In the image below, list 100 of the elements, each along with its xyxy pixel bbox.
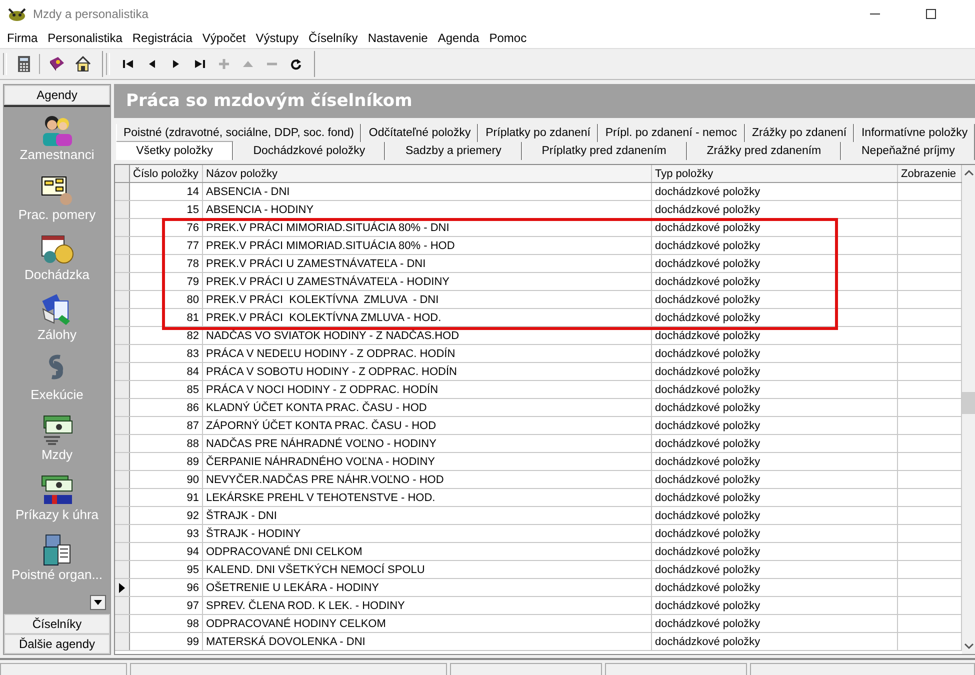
table-cell: 77: [130, 237, 203, 254]
tab[interactable]: Zrážky pred zdanením: [686, 142, 842, 160]
table-cell: ZÁPORNÝ ÚČET KONTA PRAC. ČASU - HOD: [203, 417, 652, 434]
tab[interactable]: Nepeňažné príjmy: [841, 142, 975, 160]
table-cell: 90: [130, 471, 203, 488]
table-cell: PREK.V PRÁCI KOLEKTÍVNA ZMLUVA - DNI: [203, 291, 652, 308]
tab[interactable]: Sadzby a priemery: [385, 142, 522, 160]
tab[interactable]: Zrážky po zdanení: [744, 124, 854, 142]
table-cell: ABSENCIA - HODINY: [203, 201, 652, 218]
tab[interactable]: Poistné (zdravotné, sociálne, DDP, soc. fond): [116, 124, 362, 142]
tab[interactable]: Informatívne položky: [854, 124, 975, 142]
home-icon[interactable]: [74, 55, 92, 73]
table-cell: dochádzkové položky: [652, 579, 898, 596]
maximize-icon[interactable]: [925, 8, 937, 20]
tab[interactable]: Všetky položky: [116, 141, 234, 160]
menu-item[interactable]: Registrácia: [127, 31, 198, 45]
table-cell: ODPRACOVANÉ DNI CELKOM: [203, 543, 652, 560]
table-cell: PREK.V PRÁCI MIMORIAD.SITUÁCIA 80% - DNI: [203, 219, 652, 236]
menu-item[interactable]: Pomoc: [484, 31, 532, 45]
table-cell: 96: [130, 579, 203, 596]
table-cell: dochádzkové položky: [652, 543, 898, 560]
book-icon[interactable]: [48, 55, 66, 73]
menu-item[interactable]: Personalistika: [42, 31, 128, 45]
table-cell: dochádzkové položky: [652, 237, 898, 254]
menu-item[interactable]: Výstupy: [250, 31, 304, 45]
table-cell: dochádzkové položky: [652, 471, 898, 488]
column-header[interactable]: Typ položky: [652, 165, 898, 182]
table-cell: dochádzkové položky: [652, 525, 898, 542]
menu-item[interactable]: Výpočet: [197, 31, 251, 45]
table-cell: ČERPANIE NÁHRADNÉHO VOĽNA - HODINY: [203, 453, 652, 470]
sidebar-section-button[interactable]: Ďalšie agendy: [4, 634, 110, 654]
table-cell: dochádzkové položky: [652, 435, 898, 452]
table-cell: ABSENCIA - DNI: [203, 183, 652, 200]
tab[interactable]: Prípl. po zdanení - nemoc: [598, 124, 745, 142]
table-cell: dochádzkové položky: [652, 327, 898, 344]
table-cell: 95: [130, 561, 203, 578]
table-cell: 79: [130, 273, 203, 290]
table-cell: dochádzkové položky: [652, 489, 898, 506]
column-header[interactable]: Názov položky: [203, 165, 652, 182]
calculator-icon[interactable]: [17, 55, 31, 73]
table-cell: 94: [130, 543, 203, 560]
app-logo-icon: [7, 6, 27, 22]
table-cell: NADČAS VO SVIATOK HODINY - Z NADČAS.HOD: [203, 327, 652, 344]
menu-item[interactable]: Firma: [2, 31, 43, 45]
table-cell: dochádzkové položky: [652, 381, 898, 398]
table-cell: 92: [130, 507, 203, 524]
table-cell: KALEND. DNI VŠETKÝCH NEMOCÍ SPOLU: [203, 561, 652, 578]
table-cell: 88: [130, 435, 203, 452]
table-cell: 76: [130, 219, 203, 236]
table-cell: 80: [130, 291, 203, 308]
table-cell: PRÁCA V SOBOTU HODINY - Z ODPRAC. HODÍN: [203, 363, 652, 380]
table-cell: dochádzkové položky: [652, 453, 898, 470]
scroll-down-button[interactable]: [90, 595, 106, 610]
table-cell: 91: [130, 489, 203, 506]
first-icon[interactable]: [122, 58, 134, 70]
panel-title: Práca so mzdovým číselníkom: [126, 91, 412, 111]
scroll-thumb[interactable]: [962, 392, 975, 414]
table-cell: 89: [130, 453, 203, 470]
table-cell: ODPRACOVANÉ HODINY CELKOM: [203, 615, 652, 632]
table-cell: ŠTRAJK - HODINY: [203, 525, 652, 542]
column-header[interactable]: Zobrazenie: [898, 165, 962, 182]
tab[interactable]: Dochádzkové položky: [233, 142, 386, 160]
table-cell: 78: [130, 255, 203, 272]
table-cell: NEVYČER.NADČAS PRE NÁHR.VOĽNO - HOD: [203, 471, 652, 488]
table-cell: ŠTRAJK - DNI: [203, 507, 652, 524]
last-icon[interactable]: [194, 58, 206, 70]
table-cell: LEKÁRSKE PREHL V TEHOTENSTVE - HOD.: [203, 489, 652, 506]
table-cell: KLADNÝ ÚČET KONTA PRAC. ČASU - HOD: [203, 399, 652, 416]
column-header[interactable]: Číslo položky: [130, 165, 203, 182]
table-cell: dochádzkové položky: [652, 291, 898, 308]
table-cell: dochádzkové položky: [652, 345, 898, 362]
tab[interactable]: Príplatky pred zdanením: [522, 142, 687, 160]
table-cell: dochádzkové položky: [652, 183, 898, 200]
row-indicator[interactable]: [115, 579, 130, 596]
table-cell: dochádzkové položky: [652, 255, 898, 272]
scroll-up-icon[interactable]: [964, 169, 974, 177]
vertical-scrollbar[interactable]: [962, 165, 975, 654]
sidebar-section-button[interactable]: Číselníky: [4, 614, 110, 634]
table-cell: dochádzkové položky: [652, 417, 898, 434]
menu-item[interactable]: Číselníky: [303, 31, 363, 45]
table-cell: 85: [130, 381, 203, 398]
tab[interactable]: Príplatky po zdanení: [478, 124, 598, 142]
table-cell: 86: [130, 399, 203, 416]
tab[interactable]: Odčítateľné položky: [361, 124, 478, 142]
sidebar-header-button[interactable]: Agendy: [4, 85, 110, 105]
table-cell: NADČAS PRE NÁHRADNÉ VOĽNO - HODINY: [203, 435, 652, 452]
table-cell: SPREV. ČLENA ROD. K LEK. - HODINY: [203, 597, 652, 614]
table-cell: 82: [130, 327, 203, 344]
table-cell: dochádzkové položky: [652, 507, 898, 524]
table-cell: dochádzkové položky: [652, 597, 898, 614]
menu-item[interactable]: Agenda: [432, 31, 484, 45]
menu-item[interactable]: Nastavenie: [362, 31, 433, 45]
table-cell: dochádzkové položky: [652, 219, 898, 236]
table-cell: dochádzkové položky: [652, 273, 898, 290]
scroll-down-icon[interactable]: [964, 642, 974, 650]
refresh-icon[interactable]: [290, 58, 302, 70]
sepa-icon[interactable]: [40, 473, 74, 507]
table-cell: dochádzkové položky: [652, 633, 898, 650]
table-cell: 84: [130, 363, 203, 380]
table-cell: 99: [130, 633, 203, 650]
